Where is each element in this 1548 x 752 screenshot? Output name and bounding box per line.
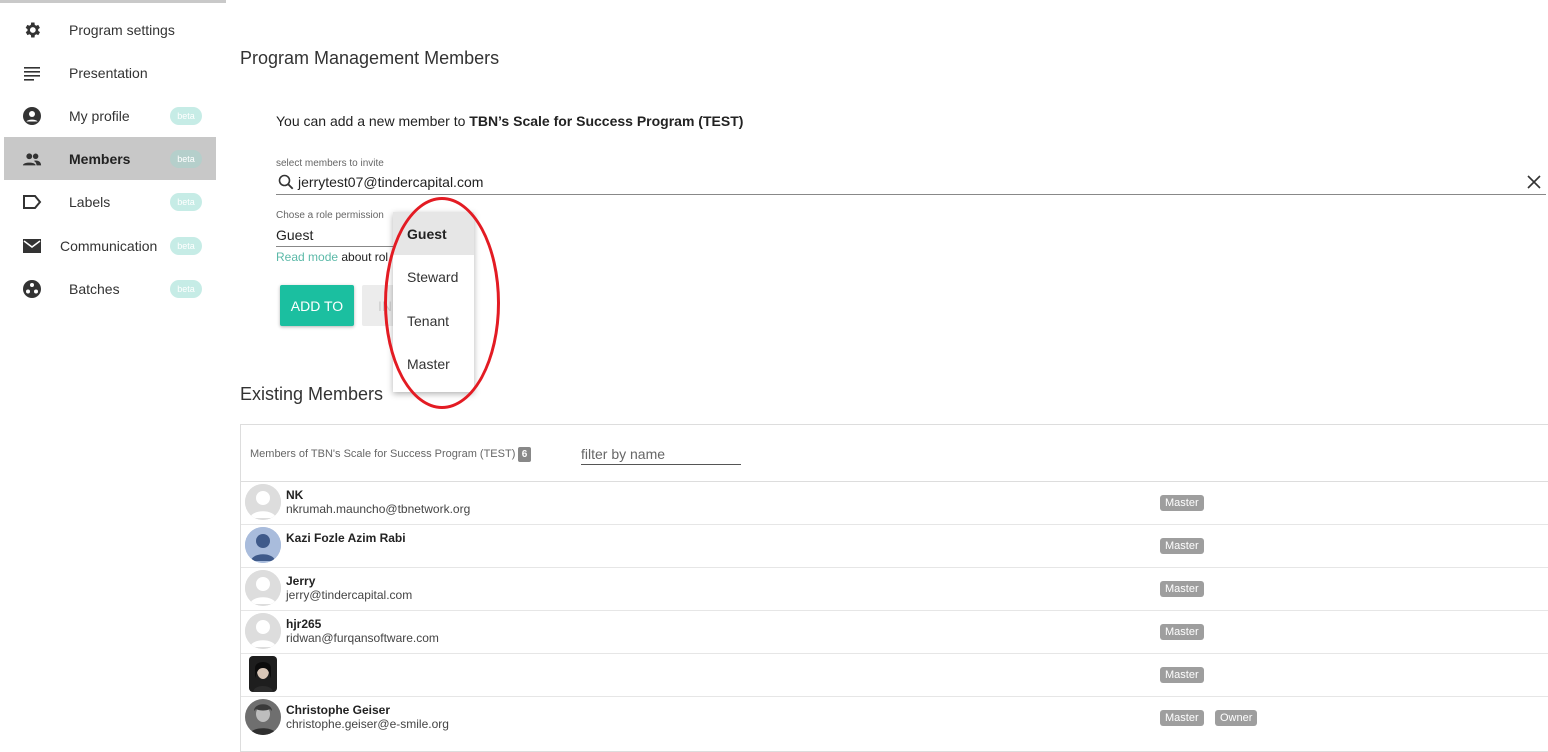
role-hint: Read mode about rol	[276, 250, 388, 264]
avatar	[245, 570, 281, 606]
read-more-link[interactable]: Read mode	[276, 250, 338, 264]
beta-badge: beta	[170, 193, 202, 211]
member-count-badge: 6	[518, 447, 531, 462]
sidebar-item-label: Program settings	[69, 21, 175, 38]
role-badge: Master	[1160, 538, 1204, 554]
member-row[interactable]: Christophe Geiser christophe.geiser@e-sm…	[241, 697, 1548, 740]
sidebar-item-batches[interactable]: Batches beta	[4, 267, 216, 310]
member-email: jerry@tindercapital.com	[286, 588, 413, 602]
account-circle-icon	[22, 106, 42, 126]
role-dropdown-menu: Guest Steward Tenant Master	[393, 212, 474, 392]
sidebar-item-communication[interactable]: Communication beta	[4, 224, 216, 267]
sidebar-divider	[0, 0, 226, 3]
role-field-label: Chose a role permission	[276, 210, 384, 221]
member-name: Christophe Geiser	[286, 703, 391, 717]
role-option-guest[interactable]: Guest	[393, 212, 474, 255]
avatar	[245, 527, 281, 563]
lines-icon	[22, 63, 42, 83]
sidebar-item-presentation[interactable]: Presentation	[4, 51, 216, 94]
role-badge: Master	[1160, 495, 1204, 511]
role-badge: Master	[1160, 581, 1204, 597]
members-list: Members of TBN's Scale for Success Progr…	[240, 424, 1548, 752]
role-option-master[interactable]: Master	[393, 342, 474, 385]
beta-badge: beta	[170, 280, 202, 298]
owner-badge: Owner	[1215, 710, 1258, 726]
members-list-label: Members of TBN's Scale for Success Progr…	[250, 448, 516, 460]
avatar	[245, 613, 281, 649]
members-list-header: Members of TBN's Scale for Success Progr…	[241, 425, 1548, 482]
sidebar-item-label: My profile	[69, 107, 130, 124]
role-select-value[interactable]: Guest	[276, 227, 313, 243]
member-row[interactable]: Master	[241, 654, 1548, 697]
filter-field[interactable]	[581, 444, 741, 465]
sidebar-item-members[interactable]: Members beta	[4, 137, 216, 180]
member-row[interactable]: Jerry jerry@tindercapital.com Master	[241, 568, 1548, 611]
page-title: Program Management Members	[240, 48, 500, 68]
program-name: TBN’s Scale for Success Program (TEST)	[469, 113, 744, 129]
member-email: nkrumah.mauncho@tbnetwork.org	[286, 502, 471, 516]
sidebar-item-label: Communication	[60, 237, 158, 254]
add-to-button[interactable]: ADD TO	[280, 285, 354, 326]
sidebar-item-labels[interactable]: Labels beta	[4, 180, 216, 223]
member-email: ridwan@furqansoftware.com	[286, 631, 439, 645]
role-hint-text: about rol	[338, 250, 389, 264]
sidebar-item-label: Batches	[69, 280, 120, 297]
sidebar-item-my-profile[interactable]: My profile beta	[4, 94, 216, 137]
avatar	[249, 656, 277, 692]
role-badge: Master	[1160, 667, 1204, 683]
member-name: Kazi Fozle Azim Rabi	[286, 531, 406, 545]
member-name: hjr265	[286, 617, 322, 631]
role-select[interactable]: Guest	[276, 224, 396, 247]
avatar	[245, 484, 281, 520]
batches-icon	[22, 279, 42, 299]
sidebar-item-label: Labels	[69, 193, 111, 210]
sidebar-item-label: Presentation	[69, 64, 148, 81]
member-row[interactable]: hjr265 ridwan@furqansoftware.com Master	[241, 611, 1548, 654]
gear-icon	[22, 20, 42, 40]
role-option-tenant[interactable]: Tenant	[393, 299, 474, 342]
search-icon	[278, 174, 294, 195]
role-badge: Master	[1160, 624, 1204, 640]
member-search-field[interactable]: jerrytest07@tindercapital.com	[276, 170, 1546, 195]
member-search-input[interactable]: jerrytest07@tindercapital.com	[298, 174, 483, 190]
intro-text: You can add a new member to TBN’s Scale …	[276, 113, 743, 129]
role-option-steward[interactable]: Steward	[393, 255, 474, 298]
sidebar-item-label: Members	[69, 150, 131, 167]
sidebar-item-program-settings[interactable]: Program settings	[4, 8, 216, 51]
existing-members-title: Existing Members	[240, 384, 384, 404]
mail-icon	[22, 236, 42, 256]
sidebar: Program settings Presentation My profile…	[0, 0, 226, 752]
member-name: Jerry	[286, 574, 316, 588]
close-icon[interactable]	[1526, 174, 1542, 195]
beta-badge: beta	[170, 150, 202, 168]
beta-badge: beta	[170, 107, 202, 125]
intro-prefix: You can add a new member to	[276, 113, 470, 129]
beta-badge: beta	[170, 237, 202, 255]
filter-by-name-input[interactable]	[581, 444, 741, 464]
role-badge: Master	[1160, 710, 1204, 726]
people-icon	[22, 149, 42, 169]
member-name: NK	[286, 488, 304, 502]
member-email: christophe.geiser@e-smile.org	[286, 717, 449, 731]
member-row[interactable]: Kazi Fozle Azim Rabi Master	[241, 525, 1548, 568]
label-icon	[22, 192, 42, 212]
member-row[interactable]: NK nkrumah.mauncho@tbnetwork.org Master	[241, 482, 1548, 525]
avatar	[245, 699, 281, 735]
invite-field-label: select members to invite	[276, 158, 384, 169]
